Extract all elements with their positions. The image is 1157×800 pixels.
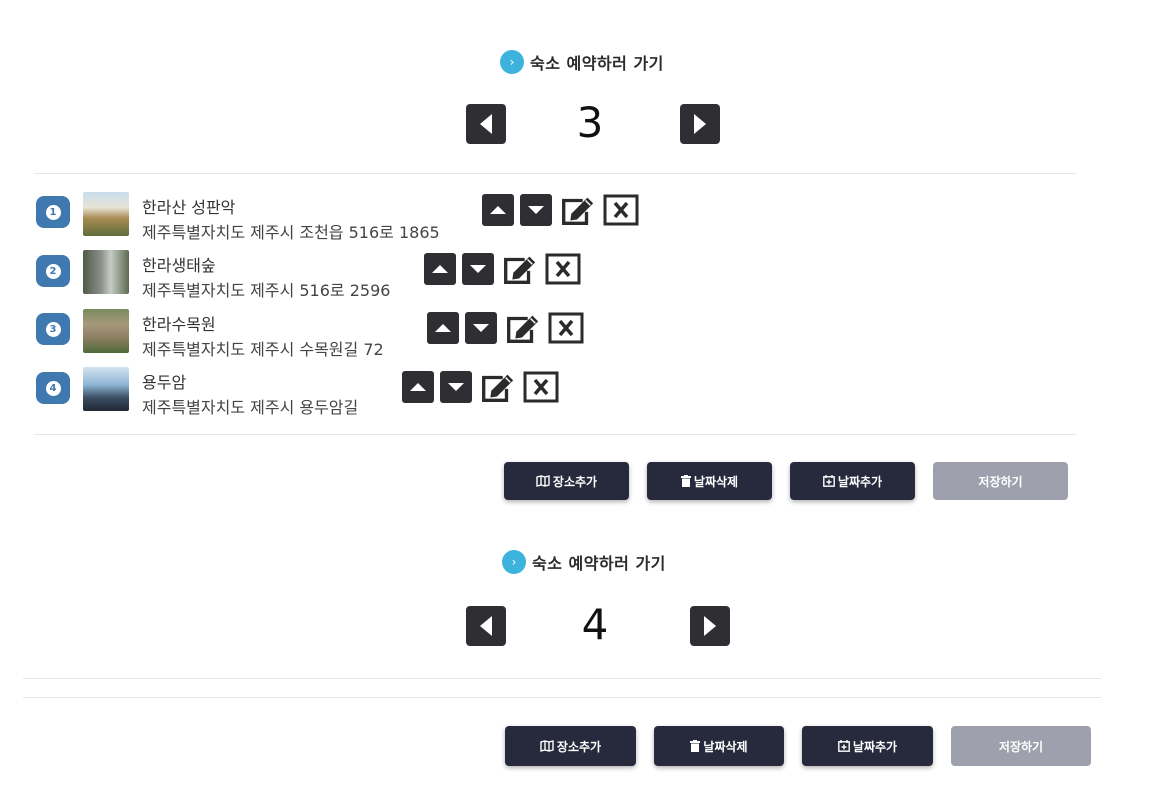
calendar-plus-icon: [838, 740, 850, 752]
edit-icon: [562, 197, 594, 225]
close-box-icon: [545, 253, 581, 285]
chevron-right-icon: ›: [502, 550, 526, 574]
place-order-badge: 4: [36, 372, 70, 404]
move-up-button[interactable]: [482, 194, 514, 226]
calendar-plus-icon: [823, 475, 835, 487]
edit-icon: [504, 256, 536, 284]
chevron-right-icon: ›: [500, 50, 524, 74]
next-day-button[interactable]: [680, 104, 720, 144]
place-thumbnail: [83, 367, 129, 411]
save-button[interactable]: 저장하기: [933, 462, 1068, 500]
hotel-link-label: 숙소 예약하러 가기: [530, 54, 664, 73]
delete-date-button[interactable]: 날짜삭제: [647, 462, 772, 500]
move-down-button[interactable]: [462, 253, 494, 285]
next-day-button[interactable]: [690, 606, 730, 646]
place-address: 제주특별자치도 제주시 수목원길 72: [142, 340, 384, 359]
divider: [34, 434, 1076, 435]
caret-right-icon: [694, 114, 706, 134]
add-date-button[interactable]: 날짜추가: [790, 462, 915, 500]
add-place-button[interactable]: 장소추가: [505, 726, 636, 766]
delete-place-button[interactable]: [602, 192, 640, 228]
day-number: 3: [576, 98, 604, 147]
close-box-icon: [523, 371, 559, 403]
move-down-button[interactable]: [520, 194, 552, 226]
place-order-badge: 3: [36, 313, 70, 345]
move-up-button[interactable]: [402, 371, 434, 403]
place-thumbnail: [83, 192, 129, 236]
divider: [23, 678, 1101, 679]
caret-down-icon: [448, 383, 464, 391]
place-name: 한라생태숲: [142, 256, 216, 275]
place-controls: [427, 310, 585, 346]
caret-up-icon: [490, 206, 506, 214]
move-up-button[interactable]: [427, 312, 459, 344]
close-box-icon: [548, 312, 584, 344]
hotel-reservation-link[interactable]: › 숙소 예약하러 가기: [500, 50, 664, 74]
hotel-link-label: 숙소 예약하러 가기: [532, 554, 666, 573]
place-order-badge: 2: [36, 255, 70, 287]
caret-down-icon: [470, 265, 486, 273]
place-controls: [482, 192, 640, 228]
hotel-reservation-link[interactable]: › 숙소 예약하러 가기: [502, 550, 666, 574]
edit-icon: [482, 374, 514, 402]
edit-button[interactable]: [558, 192, 596, 228]
caret-up-icon: [435, 324, 451, 332]
divider: [34, 173, 1076, 174]
place-name: 한라수목원: [142, 315, 216, 334]
place-thumbnail: [83, 250, 129, 294]
prev-day-button[interactable]: [466, 104, 506, 144]
delete-place-button[interactable]: [547, 310, 585, 346]
caret-left-icon: [480, 616, 492, 636]
edit-icon: [507, 315, 539, 343]
delete-place-button[interactable]: [544, 251, 582, 287]
caret-right-icon: [704, 616, 716, 636]
place-address: 제주특별자치도 제주시 조천읍 516로 1865: [142, 223, 440, 242]
close-box-icon: [603, 194, 639, 226]
map-icon: [536, 475, 550, 487]
add-date-button[interactable]: 날짜추가: [802, 726, 933, 766]
caret-up-icon: [432, 265, 448, 273]
trash-icon: [680, 475, 691, 487]
move-down-button[interactable]: [440, 371, 472, 403]
divider: [23, 697, 1101, 698]
day-number: 4: [581, 600, 609, 649]
caret-left-icon: [480, 114, 492, 134]
place-controls: [402, 369, 560, 405]
place-order-badge: 1: [36, 196, 70, 228]
edit-button[interactable]: [478, 369, 516, 405]
place-controls: [424, 251, 582, 287]
move-up-button[interactable]: [424, 253, 456, 285]
place-address: 제주특별자치도 제주시 용두암길: [142, 398, 359, 417]
place-name: 한라산 성판악: [142, 198, 236, 217]
place-address: 제주특별자치도 제주시 516로 2596: [142, 281, 391, 300]
prev-day-button[interactable]: [466, 606, 506, 646]
place-thumbnail: [83, 309, 129, 353]
move-down-button[interactable]: [465, 312, 497, 344]
delete-date-button[interactable]: 날짜삭제: [654, 726, 784, 766]
trash-icon: [690, 740, 701, 752]
caret-up-icon: [410, 383, 426, 391]
add-place-button[interactable]: 장소추가: [504, 462, 629, 500]
caret-down-icon: [528, 206, 544, 214]
save-button[interactable]: 저장하기: [951, 726, 1091, 766]
caret-down-icon: [473, 324, 489, 332]
delete-place-button[interactable]: [522, 369, 560, 405]
map-icon: [540, 740, 554, 752]
place-name: 용두암: [142, 373, 187, 392]
edit-button[interactable]: [500, 251, 538, 287]
edit-button[interactable]: [503, 310, 541, 346]
